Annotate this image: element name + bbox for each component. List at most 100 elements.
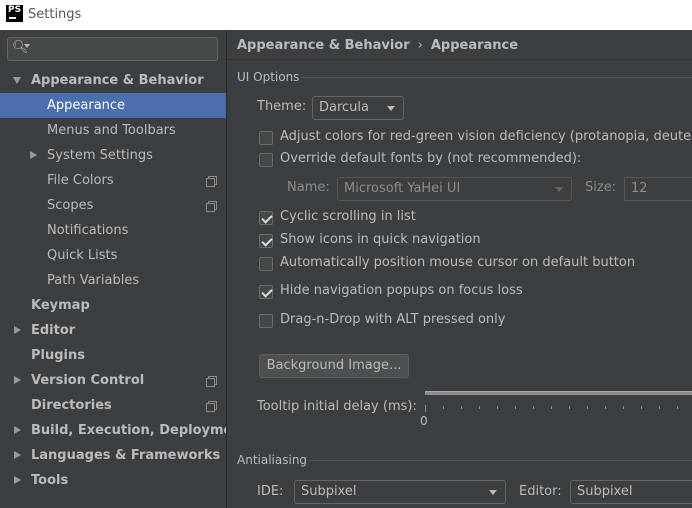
auto-position-checkbox[interactable] [259, 257, 273, 271]
tree-item-plugins[interactable]: Plugins [0, 343, 226, 368]
project-level-icon [206, 401, 217, 412]
tree-item-file-colors[interactable]: File Colors [0, 168, 226, 193]
cyclic-scrolling-checkbox[interactable] [259, 211, 273, 225]
auto-position-label: Automatically position mouse cursor on d… [280, 255, 636, 270]
theme-label: Theme: [257, 99, 307, 114]
tree-item-label: Directories [31, 398, 112, 413]
show-icons-label: Show icons in quick navigation [280, 232, 481, 247]
font-name-value: Microsoft YaHei UI [344, 181, 461, 196]
slider-minor-tick [443, 406, 444, 409]
tree-item-label: Tools [31, 473, 69, 488]
slider-minor-tick [551, 406, 552, 409]
adjust-colors-label: Adjust colors for red-green vision defic… [280, 129, 692, 144]
tree-item-editor[interactable]: Editor [0, 318, 226, 343]
editor-antialiasing-value: Subpixel [577, 484, 633, 499]
font-size-label: Size: [585, 180, 617, 195]
cyclic-scrolling-label: Cyclic scrolling in list [280, 209, 416, 224]
tree-item-label: Appearance & Behavior [31, 73, 204, 88]
slider-minor-tick [623, 406, 624, 409]
pycharm-logo-icon: PS [6, 5, 23, 22]
tree-item-tools[interactable]: Tools [0, 468, 226, 493]
override-fonts-label: Override default fonts by (not recommend… [280, 151, 582, 166]
tree-item-label: Keymap [31, 298, 90, 313]
ide-antialiasing-value: Subpixel [301, 484, 357, 499]
header-divider [227, 59, 692, 60]
tree-item-label: Build, Execution, Deployment [31, 423, 248, 438]
hide-popups-checkbox[interactable] [259, 285, 273, 299]
tree-item-appearance[interactable]: Appearance [0, 93, 226, 118]
ide-antialiasing-select[interactable]: Subpixel [294, 480, 506, 504]
tooltip-delay-slider[interactable] [425, 392, 692, 395]
tree-item-directories[interactable]: Directories [0, 393, 226, 418]
slider-minor-tick [515, 406, 516, 409]
tree-item-system-settings[interactable]: System Settings [0, 143, 226, 168]
tree-item-keymap[interactable]: Keymap [0, 293, 226, 318]
tree-item-label: Plugins [31, 348, 85, 363]
tree-item-menus-toolbars[interactable]: Menus and Toolbars [0, 118, 226, 143]
collapse-arrow-icon[interactable] [14, 476, 21, 484]
collapse-arrow-icon[interactable] [14, 326, 21, 334]
project-level-icon [206, 201, 217, 212]
theme-select[interactable]: Darcula [312, 96, 404, 120]
show-icons-checkbox[interactable] [259, 234, 273, 248]
tree-item-label: Quick Lists [47, 248, 118, 263]
tree-item-notifications[interactable]: Notifications [0, 218, 226, 243]
tooltip-delay-label: Tooltip initial delay (ms): [257, 399, 417, 414]
background-image-button[interactable]: Background Image... [259, 354, 409, 378]
slider-minor-tick [533, 406, 534, 409]
tree-item-label: Appearance [47, 98, 126, 113]
tree-item-quick-lists[interactable]: Quick Lists [0, 243, 226, 268]
breadcrumb-current: Appearance [430, 38, 519, 53]
breadcrumb-parent: Appearance & Behavior [237, 38, 410, 53]
slider-minor-tick [605, 406, 606, 409]
font-size-field[interactable]: 12 [624, 177, 692, 201]
breadcrumb: Appearance & Behavior › Appearance [237, 38, 518, 53]
slider-minor-tick [659, 406, 660, 409]
collapse-arrow-icon[interactable] [30, 151, 37, 159]
expand-arrow-icon[interactable] [13, 77, 21, 84]
tree-item-label: System Settings [47, 148, 153, 163]
collapse-arrow-icon[interactable] [14, 426, 21, 434]
collapse-arrow-icon[interactable] [14, 451, 21, 459]
tree-item-label: File Colors [47, 173, 114, 188]
tree-item-label: Path Variables [47, 273, 140, 288]
editor-antialiasing-label: Editor: [519, 484, 562, 499]
search-input[interactable]: 🔍︎ [7, 37, 218, 61]
tree-item-path-variables[interactable]: Path Variables [0, 268, 226, 293]
tree-item-label: Editor [31, 323, 76, 338]
project-level-icon [206, 176, 217, 187]
drag-drop-checkbox[interactable] [259, 314, 273, 328]
section-divider [309, 460, 692, 461]
chevron-down-icon [555, 187, 563, 192]
tree-item-build-execution-deployment[interactable]: Build, Execution, Deployment [0, 418, 248, 443]
section-divider [301, 77, 692, 78]
slider-minor-tick [677, 406, 678, 409]
window-title: Settings [28, 7, 82, 22]
override-fonts-checkbox[interactable] [259, 153, 273, 167]
theme-select-value: Darcula [319, 100, 370, 115]
slider-minor-tick [461, 406, 462, 409]
drag-drop-label: Drag-n-Drop with ALT pressed only [280, 312, 506, 327]
tree-item-appearance-behavior[interactable]: Appearance & Behavior [0, 68, 226, 93]
breadcrumb-separator-icon: › [417, 38, 423, 53]
tree-item-languages-frameworks[interactable]: Languages & Frameworks [0, 443, 226, 468]
collapse-arrow-icon[interactable] [14, 376, 21, 384]
tree-item-label: Scopes [47, 198, 94, 213]
adjust-colors-checkbox[interactable] [259, 131, 273, 145]
ui-options-section-title: UI Options [237, 70, 300, 84]
slider-minor-tick [641, 406, 642, 409]
slider-minor-tick [569, 406, 570, 409]
font-name-select[interactable]: Microsoft YaHei UI [337, 177, 572, 201]
title-bar: PS Settings [0, 0, 692, 30]
tree-item-version-control[interactable]: Version Control [0, 368, 226, 393]
settings-sidebar: 🔍︎ Appearance & Behavior Appearance Menu… [0, 30, 248, 508]
tree-item-label: Menus and Toolbars [47, 123, 176, 138]
search-options-caret-icon[interactable] [24, 44, 30, 48]
font-name-label: Name: [287, 180, 330, 195]
settings-content: Appearance & Behavior › Appearance UI Opti… [227, 30, 692, 508]
hide-popups-label: Hide navigation popups on focus loss [280, 283, 523, 298]
editor-antialiasing-select[interactable]: Subpixel [570, 480, 692, 504]
slider-major-tick [425, 405, 426, 412]
tree-item-scopes[interactable]: Scopes [0, 193, 226, 218]
tree-item-label: Languages & Frameworks [31, 448, 221, 463]
